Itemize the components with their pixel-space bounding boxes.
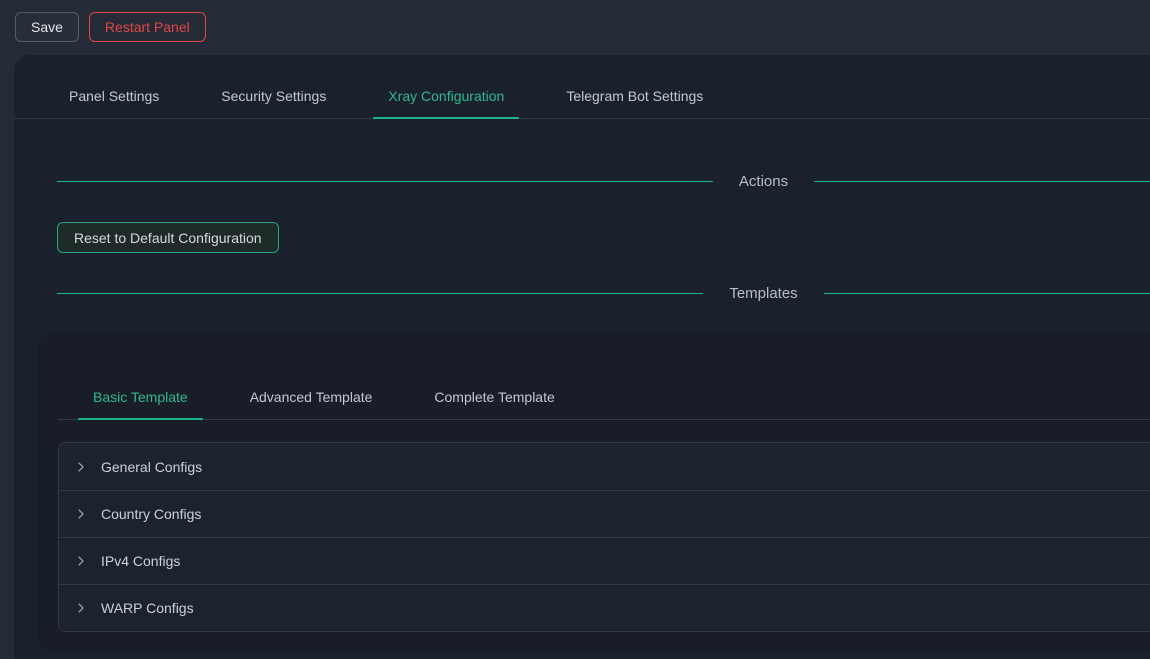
settings-tab-bar: Panel Settings Security Settings Xray Co… <box>14 75 1150 119</box>
chevron-right-icon <box>75 555 87 567</box>
chevron-right-icon <box>75 602 87 614</box>
tab-complete-template[interactable]: Complete Template <box>419 376 569 419</box>
templates-divider-label: Templates <box>703 285 823 302</box>
tab-advanced-template[interactable]: Advanced Template <box>235 376 388 419</box>
collapse-header-warp-configs[interactable]: WARP Configs <box>59 584 1150 631</box>
xray-settings-page: Save Restart Panel Panel Settings Securi… <box>0 0 1150 659</box>
actions-divider-label: Actions <box>713 173 814 190</box>
chevron-right-icon <box>75 508 87 520</box>
collapse-label: WARP Configs <box>101 600 194 616</box>
tab-basic-template[interactable]: Basic Template <box>78 376 203 419</box>
divider-line <box>57 181 713 182</box>
reset-default-configuration-button[interactable]: Reset to Default Configuration <box>57 222 279 253</box>
top-action-bar: Save Restart Panel <box>0 0 1150 47</box>
tab-panel-settings[interactable]: Panel Settings <box>54 75 174 118</box>
templates-card: Basic Template Advanced Template Complet… <box>38 332 1150 653</box>
divider-line <box>814 181 1150 182</box>
collapse-label: Country Configs <box>101 506 201 522</box>
settings-card: Panel Settings Security Settings Xray Co… <box>14 55 1150 659</box>
collapse-header-general-configs[interactable]: General Configs <box>59 443 1150 490</box>
divider-line <box>57 293 703 294</box>
collapse-label: IPv4 Configs <box>101 553 180 569</box>
templates-divider: Templates <box>57 285 1150 302</box>
template-tab-bar: Basic Template Advanced Template Complet… <box>58 376 1150 420</box>
actions-divider: Actions <box>57 173 1150 190</box>
collapse-header-ipv4-configs[interactable]: IPv4 Configs <box>59 537 1150 584</box>
save-button[interactable]: Save <box>15 12 79 42</box>
restart-panel-button[interactable]: Restart Panel <box>89 12 206 42</box>
chevron-right-icon <box>75 461 87 473</box>
collapse-label: General Configs <box>101 459 202 475</box>
config-collapse-list: General Configs Country Configs IPv4 Con… <box>58 442 1150 632</box>
collapse-header-country-configs[interactable]: Country Configs <box>59 490 1150 537</box>
tab-xray-configuration[interactable]: Xray Configuration <box>373 75 519 118</box>
tab-security-settings[interactable]: Security Settings <box>206 75 341 118</box>
divider-line <box>824 293 1150 294</box>
tab-telegram-bot-settings[interactable]: Telegram Bot Settings <box>551 75 718 118</box>
